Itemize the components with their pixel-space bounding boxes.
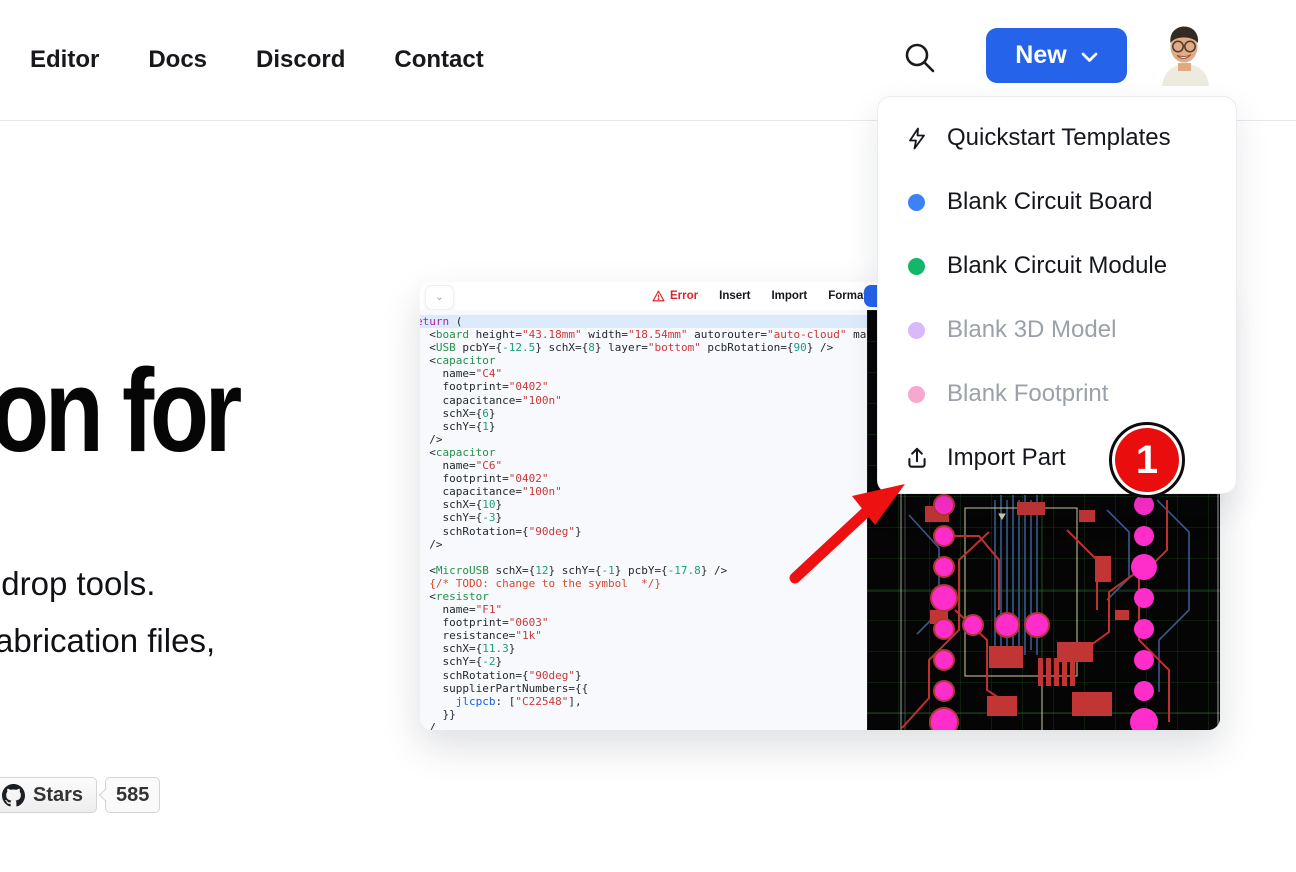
code-line: name="C4" (420, 367, 867, 380)
menu-item-blank-footprint: Blank Footprint (878, 362, 1236, 426)
toolbar-item-import[interactable]: Import (771, 290, 807, 302)
code-line: schX={11.3} (420, 642, 867, 655)
toolbar-item-label: Insert (719, 290, 750, 302)
menu-item-blank-circuit-board[interactable]: Blank Circuit Board (878, 170, 1236, 234)
code-line: <capacitor (420, 354, 867, 367)
nav-link-editor[interactable]: Editor (30, 46, 99, 74)
page-title: on for (0, 352, 238, 470)
toolbar-item-label: Error (670, 290, 698, 302)
search-icon[interactable] (902, 40, 938, 76)
code-line: <USB pcbY={-12.5} schX={8} layer="bottom… (420, 341, 867, 354)
color-dot-icon (903, 386, 930, 403)
code-line: eturn ( (420, 315, 867, 328)
new-button[interactable]: New (986, 28, 1127, 83)
code-line: <board height="43.18mm" width="18.54mm" … (420, 328, 867, 341)
github-star-count[interactable]: 585 (105, 777, 160, 813)
nav-link-discord[interactable]: Discord (256, 46, 345, 74)
code-line: }} (420, 708, 867, 721)
menu-item-label: Blank Footprint (947, 380, 1108, 408)
color-dot-icon (903, 258, 930, 275)
code-line: jlcpcb: ["C22548"], (420, 695, 867, 708)
github-stars-label: Stars (33, 784, 83, 807)
code-line: schX={6} (420, 407, 867, 420)
github-icon (2, 784, 25, 807)
menu-item-blank-3d-model: Blank 3D Model (878, 298, 1236, 362)
code-line: supplierPartNumbers={{ (420, 682, 867, 695)
code-line: /> (420, 433, 867, 446)
code-line: / (420, 721, 867, 730)
code-line: schY={-2} (420, 655, 867, 668)
github-stars-button[interactable]: Stars (0, 777, 97, 813)
menu-item-quickstart-templates[interactable]: Quickstart Templates (878, 106, 1236, 170)
code-line: capacitance="100n" (420, 394, 867, 407)
code-line: name="F1" (420, 603, 867, 616)
new-dropdown-menu: Quickstart Templates Blank Circuit Board B… (877, 96, 1237, 494)
menu-item-label: Blank Circuit Board (947, 188, 1152, 216)
chevron-down-icon (1081, 41, 1098, 70)
nav-link-contact[interactable]: Contact (394, 46, 483, 74)
menu-item-label: Blank Circuit Module (947, 252, 1167, 280)
nav-link-docs[interactable]: Docs (148, 46, 207, 74)
nav: Editor Docs Discord Contact (30, 0, 484, 120)
hero-paragraph-line: 'drop tools. (0, 565, 155, 603)
code-line: resistance="1k" (420, 629, 867, 642)
annotation-step-badge: 1 (1109, 422, 1185, 498)
toolbar-item-format[interactable]: Format (828, 290, 867, 302)
github-stars-widget: Stars 585 (0, 777, 160, 813)
toolbar-item-label: Format (828, 290, 867, 302)
menu-item-label: Import Part (947, 444, 1066, 472)
menu-item-blank-circuit-module[interactable]: Blank Circuit Module (878, 234, 1236, 298)
toolbar-item-error[interactable]: Error (652, 290, 698, 302)
color-dot-icon (903, 194, 930, 211)
code-line: schRotation={"90deg"} (420, 669, 867, 682)
user-avatar[interactable] (1156, 23, 1214, 86)
code-line: footprint="0402" (420, 380, 867, 393)
annotation-arrow (778, 468, 928, 598)
hero-paragraph-line: abrication files, (0, 622, 215, 660)
annotation-step-number: 1 (1115, 428, 1179, 492)
warning-icon (652, 290, 665, 302)
toolbar-item-insert[interactable]: Insert (719, 290, 750, 302)
lightning-icon (903, 125, 930, 152)
toolbar-menu: Error Insert Import Format (652, 282, 867, 310)
color-dot-icon (903, 322, 930, 339)
toolbar-item-label: Import (771, 290, 807, 302)
menu-item-label: Quickstart Templates (947, 124, 1171, 152)
menu-item-label: Blank 3D Model (947, 316, 1116, 344)
code-line: <capacitor (420, 446, 867, 459)
code-line: footprint="0603" (420, 616, 867, 629)
editor-mini-tab[interactable]: ⌄ (425, 285, 454, 310)
count-notch (99, 788, 113, 802)
code-line: schY={1} (420, 420, 867, 433)
new-button-label: New (1015, 41, 1066, 70)
